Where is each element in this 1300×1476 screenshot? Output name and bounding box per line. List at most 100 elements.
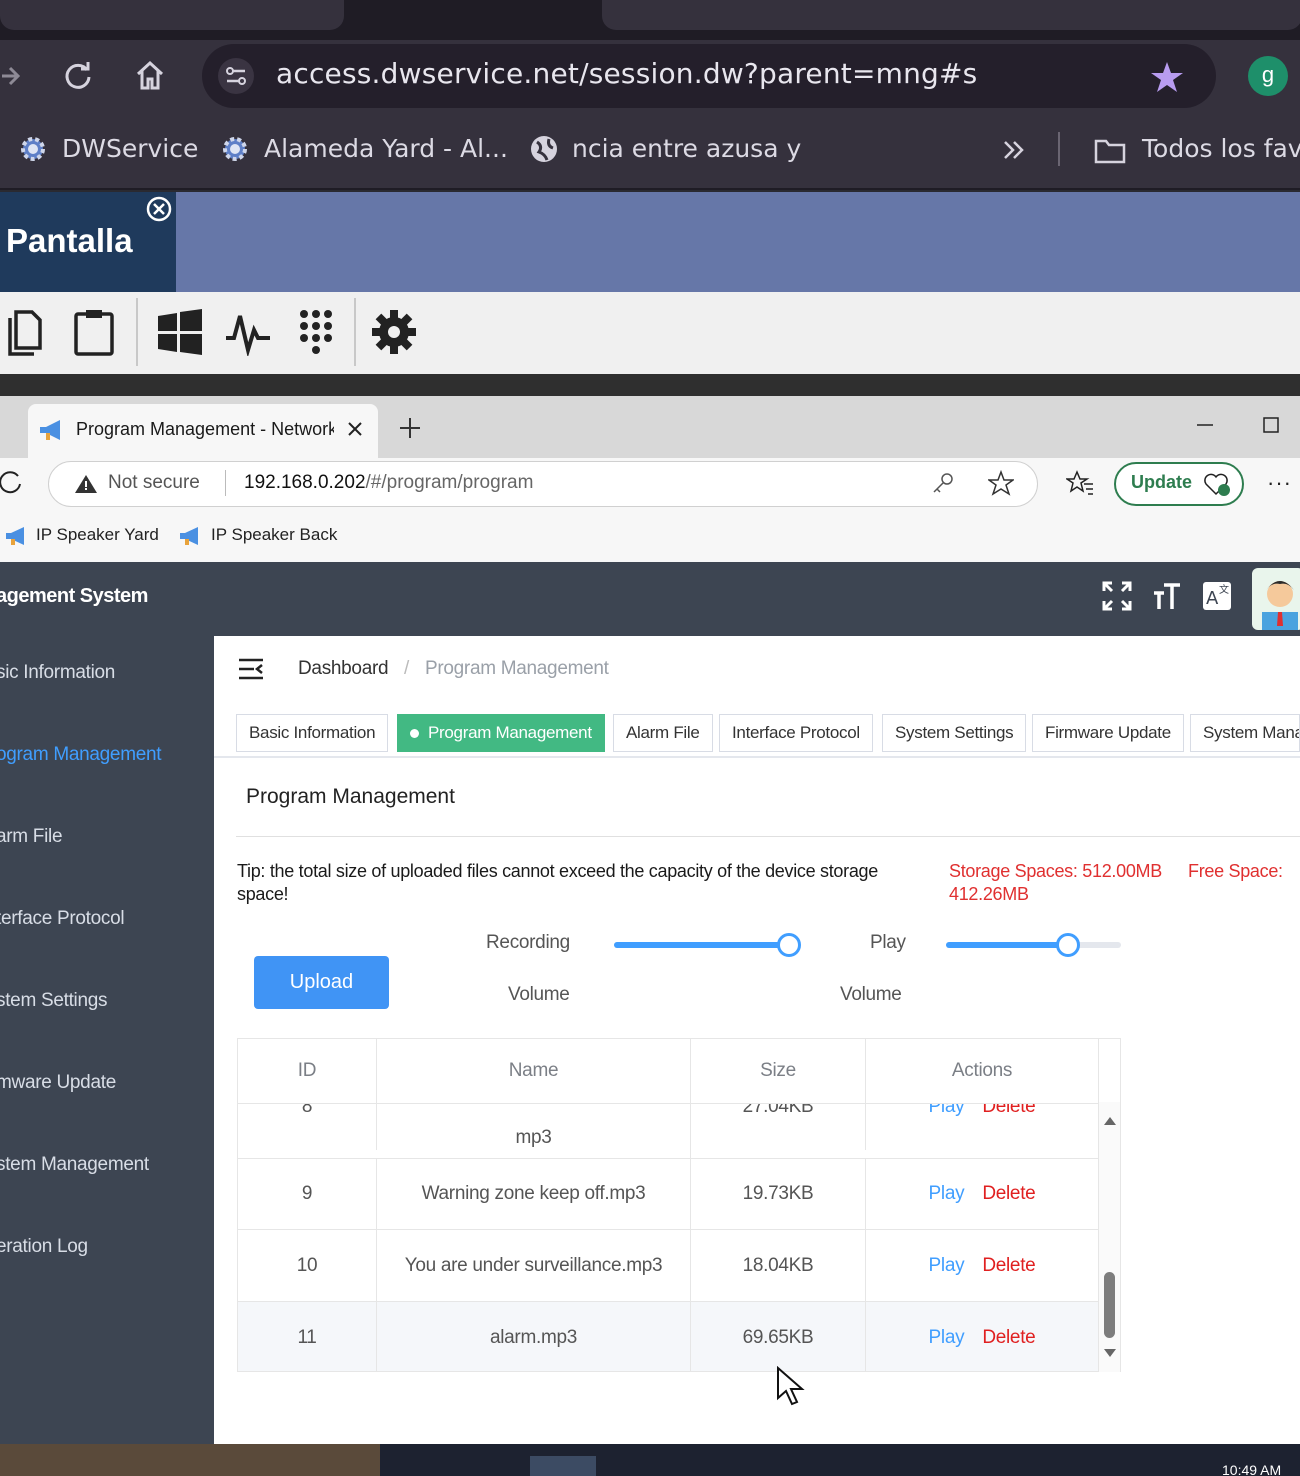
cell-name: You are under surveillance.mp3 [377, 1230, 691, 1301]
tab-alarm-file[interactable]: Alarm File [613, 714, 713, 752]
edge-url-path: /#/program/program [365, 472, 534, 493]
windows-icon[interactable] [156, 308, 204, 356]
gear-icon[interactable] [370, 308, 418, 356]
outer-tab[interactable] [0, 0, 344, 30]
cell-actions: Play Delete [866, 1104, 1099, 1150]
tab-firmware-update[interactable]: Firmware Update [1032, 714, 1184, 752]
sidebar-item-basic-information[interactable]: sic Information [0, 662, 115, 684]
storage-spaces: Storage Spaces: 512.00MB [949, 861, 1162, 881]
tab-interface-protocol[interactable]: Interface Protocol [719, 714, 873, 752]
activity-icon[interactable] [224, 308, 272, 356]
megaphone-icon [6, 527, 24, 545]
tab-system-management[interactable]: System Mana [1190, 714, 1300, 752]
delete-button[interactable]: Delete [982, 1183, 1035, 1205]
free-space-label: Free Space: [1188, 861, 1283, 881]
bookmark-dwservice[interactable]: DWService [62, 134, 198, 163]
menu-fold-icon[interactable] [238, 658, 264, 680]
more-menu-icon[interactable]: ··· [1267, 470, 1292, 496]
scroll-down-icon[interactable] [1103, 1348, 1117, 1358]
program-table: ID Name Size Actions 8 mp3 27.04KB Play … [237, 1038, 1121, 1372]
not-secure-label[interactable]: Not secure [108, 472, 200, 494]
profile-avatar[interactable]: g [1248, 56, 1288, 96]
refresh-icon[interactable] [0, 470, 22, 496]
new-tab-icon[interactable] [398, 416, 422, 440]
breadcrumb-separator: / [404, 658, 409, 679]
outer-tab[interactable] [602, 0, 1300, 30]
cell-id: 8 [238, 1104, 377, 1150]
sidebar-item-system-settings[interactable]: stem Settings [0, 990, 108, 1012]
fullscreen-icon[interactable] [1102, 581, 1132, 611]
app-title: agement System [0, 585, 148, 607]
column-header-actions: Actions [866, 1039, 1099, 1103]
recording-volume-handle[interactable] [777, 933, 801, 957]
reload-icon[interactable] [62, 60, 94, 92]
play-button[interactable]: Play [929, 1255, 965, 1277]
translate-icon[interactable]: A文 [1202, 581, 1232, 611]
bookmark-ip-speaker-back[interactable]: IP Speaker Back [211, 525, 337, 545]
free-space-value: 412.26MB [949, 884, 1029, 904]
edge-url[interactable]: 192.168.0.202/#/program/program [244, 472, 533, 494]
outer-url-text[interactable]: access.dwservice.net/session.dw?parent=m… [276, 57, 977, 90]
site-settings-icon[interactable] [218, 58, 254, 94]
bookmark-ncia[interactable]: ncia entre azusa y [572, 134, 801, 163]
forward-icon[interactable] [0, 62, 22, 90]
favorites-icon[interactable] [1066, 470, 1094, 496]
cell-name: Warning zone keep off.mp3 [377, 1159, 691, 1229]
sidebar-item-system-management[interactable]: stem Management [0, 1154, 149, 1176]
cell-size: 27.04KB [691, 1104, 866, 1150]
bookmark-ip-speaker-yard[interactable]: IP Speaker Yard [36, 525, 159, 545]
play-volume-fill [946, 942, 1068, 948]
user-avatar[interactable] [1252, 568, 1300, 630]
sidebar-item-alarm-file[interactable]: arm File [0, 826, 63, 848]
update-label: Update [1131, 472, 1193, 492]
tab-system-settings[interactable]: System Settings [882, 714, 1027, 752]
play-button[interactable]: Play [929, 1183, 965, 1205]
scrollbar-thumb[interactable] [1104, 1272, 1115, 1338]
svg-text:A: A [1206, 588, 1219, 609]
keypad-icon[interactable] [296, 308, 336, 356]
chevrons-right-icon[interactable] [1002, 138, 1026, 162]
play-button[interactable]: Play [929, 1327, 965, 1349]
folder-icon [1094, 139, 1126, 164]
cell-name: alarm.mp3 [377, 1302, 691, 1371]
delete-button[interactable]: Delete [982, 1255, 1035, 1277]
breadcrumb-dashboard[interactable]: Dashboard [298, 658, 389, 680]
cell-actions: Play Delete [866, 1230, 1099, 1301]
copy-icon[interactable] [4, 308, 44, 356]
section-title: Program Management [246, 785, 455, 808]
paste-icon[interactable] [72, 308, 116, 356]
table-row: 10 You are under surveillance.mp3 18.04K… [238, 1229, 1099, 1301]
dwservice-divider-band [0, 374, 1300, 396]
play-volume-handle[interactable] [1056, 933, 1080, 957]
sidebar-item-interface-protocol[interactable]: terface Protocol [0, 908, 125, 930]
play-button[interactable]: Play [929, 1104, 965, 1118]
sidebar-item-firmware-update[interactable]: mware Update [0, 1072, 116, 1094]
font-size-icon[interactable] [1152, 581, 1182, 611]
dwservice-gear-icon [21, 137, 45, 161]
bookmarks-folder-all[interactable]: Todos los favo [1142, 134, 1300, 163]
taskbar-active-app[interactable] [530, 1456, 596, 1476]
cell-id: 9 [238, 1159, 377, 1229]
active-dot [410, 729, 419, 738]
favorite-star-icon[interactable] [988, 470, 1014, 496]
maximize-icon[interactable] [1262, 416, 1280, 434]
close-icon[interactable] [145, 195, 173, 223]
bookmark-alameda-yard[interactable]: Alameda Yard - Al... [264, 134, 508, 163]
delete-button[interactable]: Delete [982, 1104, 1035, 1118]
column-header-name: Name [377, 1039, 691, 1103]
scroll-up-icon[interactable] [1103, 1116, 1117, 1126]
tab-program-management[interactable]: Program Management [397, 714, 605, 752]
delete-button[interactable]: Delete [982, 1327, 1035, 1349]
minimize-icon[interactable] [1196, 416, 1214, 434]
upload-button[interactable]: Upload [254, 956, 389, 1009]
sidebar-item-operation-log[interactable]: eration Log [0, 1236, 88, 1258]
edge-tab-title: Program Management - Network [76, 419, 334, 439]
key-icon[interactable] [932, 472, 954, 494]
sidebar-item-program-management[interactable]: ogram Management [0, 744, 162, 766]
home-icon[interactable] [134, 58, 166, 92]
tab-basic-information[interactable]: Basic Information [236, 714, 389, 752]
close-tab-icon[interactable] [346, 420, 364, 438]
user-avatar-icon [1262, 581, 1298, 630]
bookmark-star-icon[interactable] [1150, 60, 1184, 94]
column-header-id: ID [238, 1039, 377, 1103]
